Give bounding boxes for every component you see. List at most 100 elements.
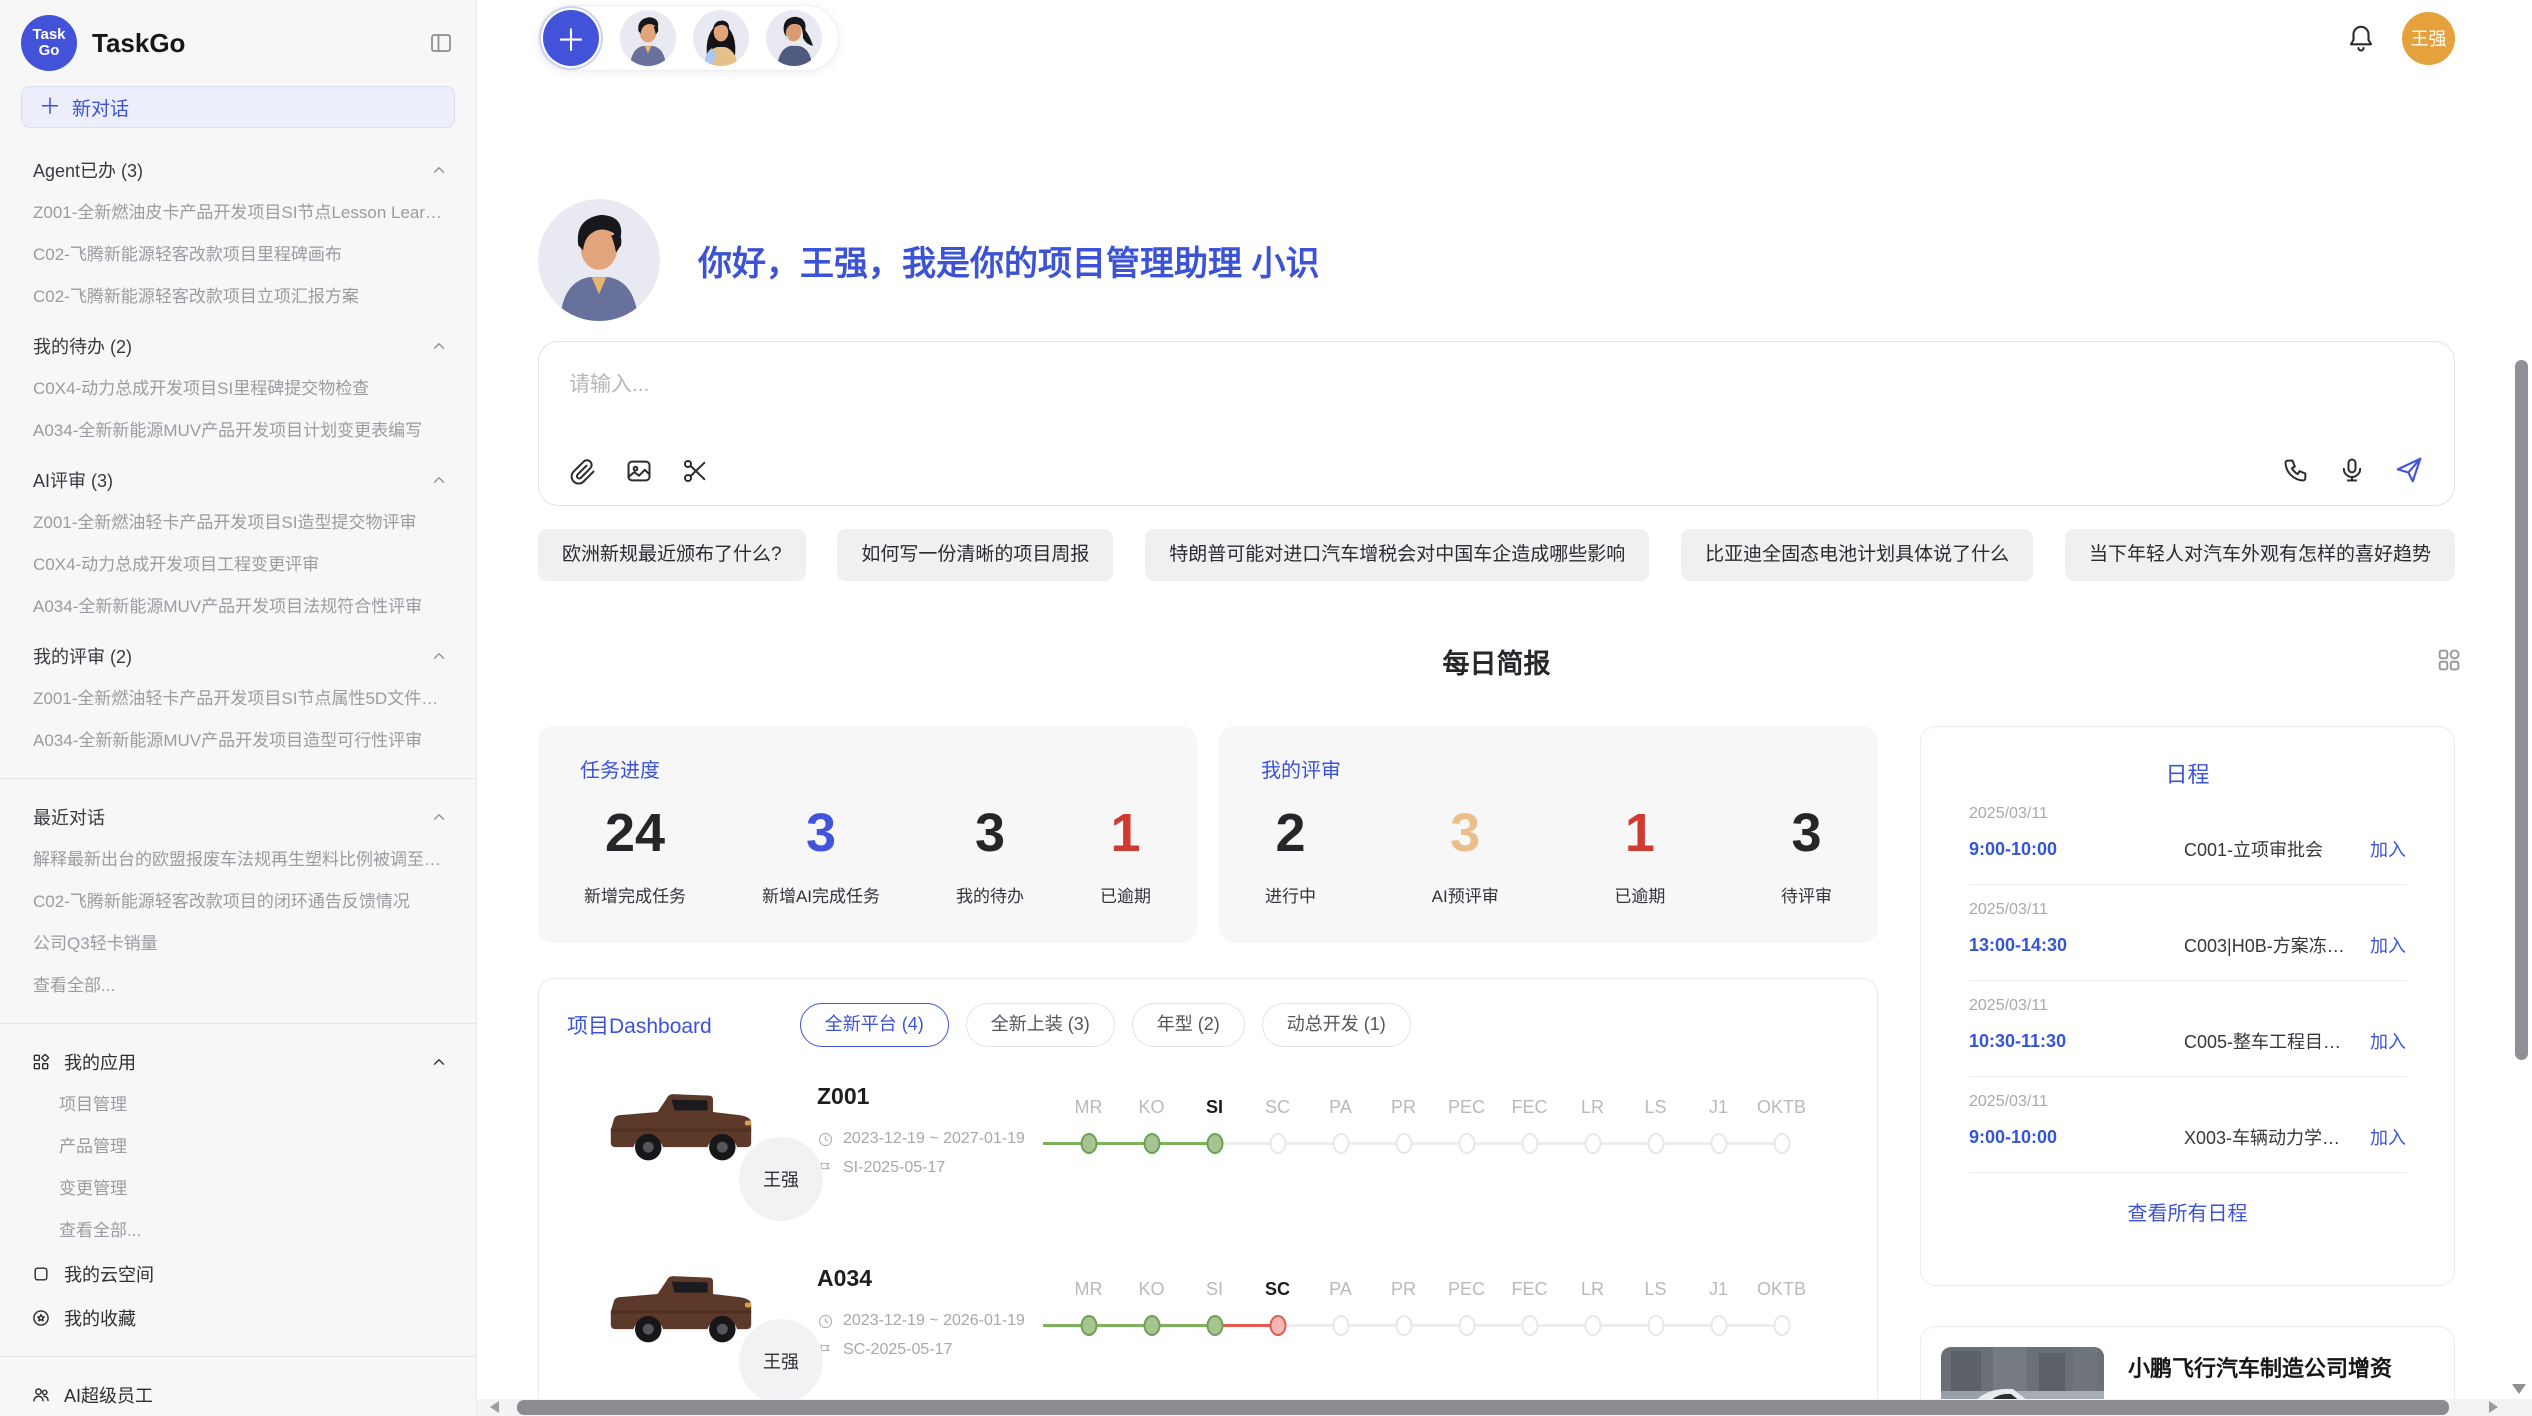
section-agent-done[interactable]: Agent已办 (3) [0,148,476,192]
project-code: Z001 [817,1083,1057,1110]
left-column: 任务进度 24 新增完成任务 3 新增AI完成任务 3 我的待办 [538,726,1878,1416]
join-button[interactable]: 加入 [2370,932,2406,958]
chat-tools-left [569,457,709,485]
project-row[interactable]: 王强 A034 2023-12-19 ~ 2026-01-19 SC-2025-… [567,1261,1849,1411]
truck-image [603,1083,759,1177]
milestone-label: SI [1206,1089,1223,1125]
recent-chat-item[interactable]: 解释最新出台的欧盟报废车法规再生塑料比例被调至15%... [0,839,476,881]
stat: 3 待评审 [1781,793,1832,907]
section-my-todo[interactable]: 我的待办 (2) [0,324,476,368]
schedule-event: 2025/03/11 13:00-14:30 C003|H0B-方案冻结评审 加… [1969,885,2406,981]
section-recent-chats[interactable]: 最近对话 [0,795,476,839]
filter-tab[interactable]: 全新上装 (3) [966,1003,1115,1047]
task-progress-card[interactable]: 任务进度 24 新增完成任务 3 新增AI完成任务 3 我的待办 [538,726,1197,943]
scroll-left-arrow[interactable] [490,1401,499,1413]
scissors-icon[interactable] [681,457,709,485]
sidebar-item[interactable]: A034-全新新能源MUV产品开发项目计划变更表编写 [0,410,476,452]
sidebar-item[interactable]: C0X4-动力总成开发项目工程变更评审 [0,544,476,586]
section-ai-review[interactable]: AI评审 (3) [0,458,476,502]
milestone-cell: MR [1057,1089,1120,1229]
project-code: A034 [817,1265,1057,1292]
chat-input[interactable] [567,366,2234,426]
sidebar-collapse-icon[interactable] [426,28,456,58]
milestone-timeline: MR KO SI SC PA PR PEC FEC LR LS J1 OKTB [1057,1079,1849,1229]
filter-tab[interactable]: 动总开发 (1) [1262,1003,1411,1047]
recent-view-all[interactable]: 查看全部... [0,965,476,1007]
add-agent-button[interactable]: ＋ [543,10,599,66]
recent-chat-item[interactable]: 公司Q3轻卡销量 [0,923,476,965]
filter-tab[interactable]: 年型 (2) [1132,1003,1245,1047]
send-icon[interactable] [2394,455,2424,485]
suggestion-chip[interactable]: 当下年轻人对汽车外观有怎样的喜好趋势 [2065,529,2455,581]
app-item[interactable]: 项目管理 [0,1084,476,1126]
milestone-dot [1395,1133,1412,1154]
my-review-card[interactable]: 我的评审 2 进行中 3 AI预评审 1 已逾期 [1219,726,1878,943]
filter-tab[interactable]: 全新平台 (4) [800,1003,949,1047]
sidebar-nav: Agent已办 (3) Z001-全新燃油皮卡产品开发项目SI节点Lesson … [0,128,476,1416]
suggestion-chips: 欧洲新规最近颁布了什么? 如何写一份清晰的项目周报 特朗普可能对进口汽车增税会对… [538,529,2455,581]
app-item[interactable]: 产品管理 [0,1126,476,1168]
milestone-dot [1773,1315,1790,1336]
milestone-dot [1269,1133,1286,1154]
join-button[interactable]: 加入 [2370,836,2406,862]
voice-call-icon[interactable] [2282,456,2310,484]
microphone-icon[interactable] [2338,456,2366,484]
join-button[interactable]: 加入 [2370,1028,2406,1054]
sidebar-item-my-apps[interactable]: 我的应用 [0,1040,476,1084]
scroll-right-arrow[interactable] [2489,1401,2498,1413]
horizontal-scrollbar-thumb[interactable] [517,1400,2449,1415]
suggestion-chip[interactable]: 欧洲新规最近颁布了什么? [538,529,806,581]
sidebar-item[interactable]: A034-全新新能源MUV产品开发项目造型可行性评审 [0,720,476,762]
sidebar: Task Go TaskGo ＋ 新对话 Agent已办 (3) Z001-全新… [0,0,477,1416]
dashboard-filters: 全新平台 (4) 全新上装 (3) 年型 (2) 动总开发 (1) [800,1003,1411,1047]
sidebar-item[interactable]: Z001-全新燃油皮卡产品开发项目SI节点Lesson Learn报告 [0,192,476,234]
user-avatar[interactable]: 王强 [2402,12,2455,65]
sidebar-item[interactable]: C02-飞腾新能源轻客改款项目里程碑画布 [0,234,476,276]
join-button[interactable]: 加入 [2370,1124,2406,1150]
suggestion-chip[interactable]: 特朗普可能对进口汽车增税会对中国车企造成哪些影响 [1145,529,1649,581]
sidebar-item[interactable]: C0X4-动力总成开发项目SI里程碑提交物检查 [0,368,476,410]
stat: 1 已逾期 [1100,793,1151,907]
vertical-scrollbar-thumb[interactable] [2515,360,2528,1060]
view-all-schedule-link[interactable]: 查看所有日程 [1969,1197,2406,1226]
milestone-dot [1521,1315,1538,1336]
sidebar-item[interactable]: A034-全新新能源MUV产品开发项目法规符合性评审 [0,586,476,628]
scroll-down-arrow[interactable] [2512,1384,2526,1394]
clock-icon [817,1313,834,1330]
image-upload-icon[interactable] [625,457,653,485]
sidebar-item-cloud-space[interactable]: 我的云空间 [0,1252,476,1296]
sidebar-item-favorites[interactable]: 我的收藏 [0,1296,476,1340]
agent-avatar-1[interactable] [620,10,676,66]
apps-view-all[interactable]: 查看全部... [0,1210,476,1252]
notification-bell-icon[interactable] [2346,23,2376,53]
divider [0,1356,476,1357]
milestone-dot [1080,1315,1097,1336]
section-my-review[interactable]: 我的评审 (2) [0,634,476,678]
suggestion-chip[interactable]: 比亚迪全固态电池计划具体说了什么 [1681,529,2033,581]
stat-label: 新增AI完成任务 [762,882,880,907]
app-item[interactable]: 变更管理 [0,1168,476,1210]
project-flag: SI-2025-05-17 [817,1159,1057,1177]
milestone-cell: PEC [1435,1089,1498,1229]
milestone-dot [1584,1133,1601,1154]
milestone-dot [1521,1133,1538,1154]
project-row[interactable]: 王强 Z001 2023-12-19 ~ 2027-01-19 SI-2025-… [567,1079,1849,1229]
suggestion-chip[interactable]: 如何写一份清晰的项目周报 [837,529,1113,581]
sidebar-item[interactable]: Z001-全新燃油轻卡产品开发项目SI节点属性5D文件评审 [0,678,476,720]
sidebar-item-ai-employee[interactable]: AI超级员工 [0,1373,476,1416]
stat-label: 我的待办 [956,882,1024,907]
milestone-label: LS [1644,1089,1666,1125]
sidebar-item[interactable]: C02-飞腾新能源轻客改款项目立项汇报方案 [0,276,476,318]
new-chat-button[interactable]: ＋ 新对话 [21,86,455,128]
recent-chat-item[interactable]: C02-飞腾新能源轻客改款项目的闭环通告反馈情况 [0,881,476,923]
layout-grid-icon[interactable] [2435,646,2463,674]
agent-avatar-3[interactable] [766,10,822,66]
agent-avatar-2[interactable] [693,10,749,66]
milestone-cell: KO [1120,1089,1183,1229]
milestone-label: LS [1644,1271,1666,1307]
milestone-label: MR [1075,1271,1103,1307]
stat-label: 待评审 [1781,882,1832,907]
sidebar-item[interactable]: Z001-全新燃油轻卡产品开发项目SI造型提交物评审 [0,502,476,544]
horizontal-scrollbar[interactable] [477,1399,2532,1416]
attachment-icon[interactable] [569,457,597,485]
